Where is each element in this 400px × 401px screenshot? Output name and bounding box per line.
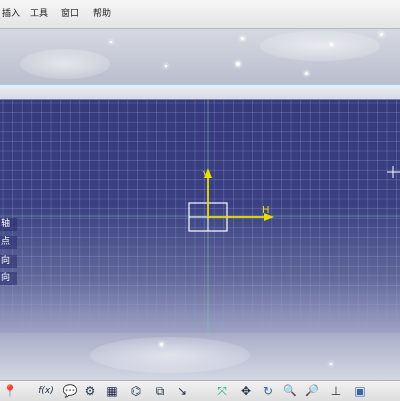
rotate-icon[interactable]: ↻ [260, 383, 276, 399]
fit-all-icon[interactable]: ⤧ [214, 383, 230, 399]
star [241, 37, 244, 40]
viewport-header-band [0, 85, 400, 100]
h-axis-label: H [262, 205, 270, 216]
menu-bar: 插入 工具 窗口 帮助 [0, 0, 400, 29]
nebula-haze [260, 31, 380, 61]
side-label-direction[interactable]: 向 [0, 255, 17, 268]
normal-view-icon[interactable]: ⊥ [328, 383, 344, 399]
pan-icon[interactable]: ✥ [238, 383, 254, 399]
nebula-haze [20, 49, 110, 79]
bottom-toolbar: 📍 f(x) 💬 ⚙ ▦ ⌬ ⧉ ↘ ⤧ ✥ ↻ 🔍 🔎 ⊥ ▣ [0, 380, 400, 401]
gear-icon[interactable]: ⚙ [82, 383, 98, 399]
star [305, 72, 308, 75]
menu-tools[interactable]: 工具 [30, 8, 48, 20]
v-axis-label: V [203, 170, 210, 181]
sketch-grid: VH [0, 100, 400, 333]
nebula-haze [90, 337, 250, 373]
view-icon[interactable]: ▣ [352, 383, 368, 399]
pin-icon[interactable]: 📍 [2, 383, 18, 399]
background-top [0, 29, 400, 85]
sketch-viewport[interactable]: VH 轴 点 向 向 [0, 100, 400, 333]
table-icon[interactable]: ▦ [104, 383, 120, 399]
side-label-point[interactable]: 点 [0, 236, 17, 249]
zoom-in-icon[interactable]: 🔍 [282, 383, 298, 399]
star [165, 65, 167, 67]
side-label-axis[interactable]: 轴 [0, 218, 17, 231]
zoom-out-icon[interactable]: 🔎 [304, 383, 320, 399]
background-bottom [0, 333, 400, 380]
knowledge-icon[interactable]: 💬 [62, 383, 78, 399]
menu-help[interactable]: 帮助 [93, 8, 111, 20]
swap-icon[interactable]: ↘ [174, 383, 190, 399]
side-label-direction-2[interactable]: 向 [0, 272, 17, 285]
formula-icon[interactable]: f(x) [38, 383, 54, 399]
star [330, 43, 333, 46]
menu-window[interactable]: 窗口 [61, 8, 79, 20]
star [380, 33, 383, 36]
constraint-icon[interactable]: ⧉ [152, 383, 168, 399]
star [160, 343, 163, 346]
star [236, 62, 240, 66]
menu-insert[interactable]: 插入 [2, 8, 20, 20]
tree-icon[interactable]: ⌬ [128, 383, 144, 399]
star [330, 363, 332, 365]
star [110, 41, 112, 43]
